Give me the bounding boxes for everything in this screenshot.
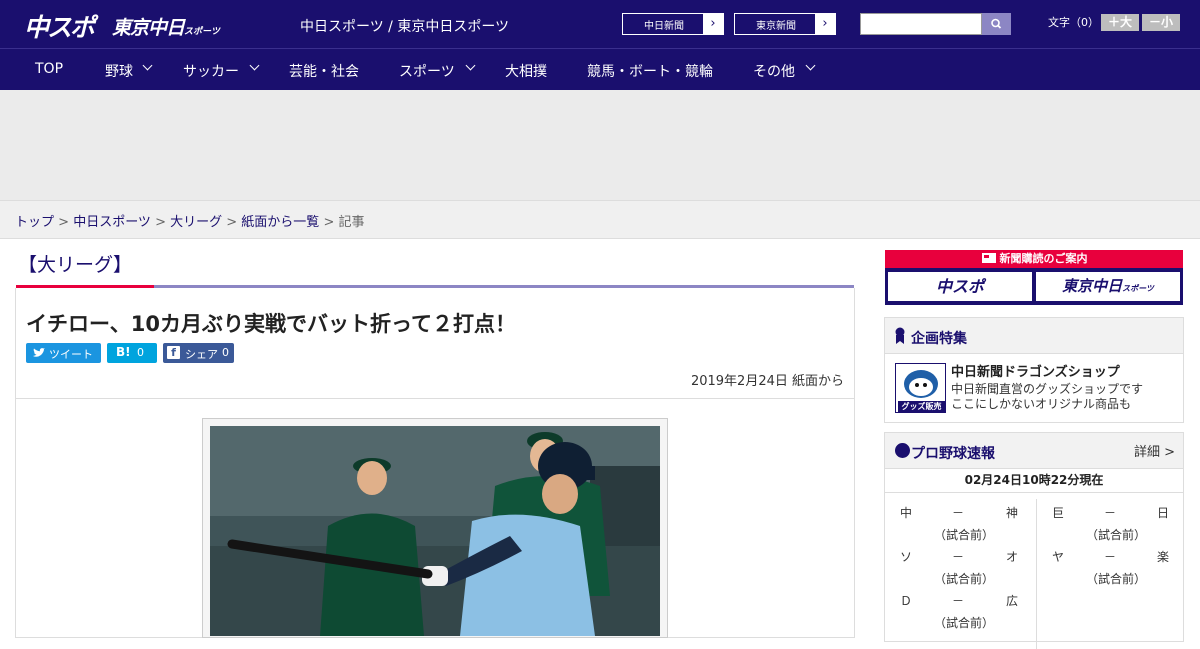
- shop-desc-line-1: 中日新聞直営のグッズショップです: [951, 382, 1144, 396]
- chunichi-shimbun-link[interactable]: 中日新聞 ›: [622, 13, 724, 35]
- away-team: 楽: [1157, 550, 1170, 564]
- special-feature-title: 企画特集: [911, 331, 967, 347]
- tokyo-chunichi-logo-text: 東京中日: [112, 17, 185, 39]
- home-team: 巨: [1052, 506, 1065, 520]
- baseball-icon: [895, 443, 910, 458]
- breadcrumb-separator: >: [222, 215, 242, 230]
- scores-divider: [885, 492, 1183, 493]
- score-separator: －: [1104, 550, 1117, 564]
- shop-desc-line-2: ここにしかないオリジナル商品も: [951, 397, 1132, 411]
- breadcrumb: トップ > 中日スポーツ > 大リーグ > 紙面から一覧 > 記事: [0, 200, 1200, 239]
- subscription-banner-title-text: 新聞購読のご案内: [999, 252, 1088, 265]
- dragons-shop-thumbnail[interactable]: グッズ販売中: [895, 363, 946, 413]
- tokyo-chunichi-logo[interactable]: 東京中日スポーツ: [112, 13, 220, 40]
- article-headline: イチロー、10カ月ぶり実戦でバット折って２打点！: [26, 312, 516, 336]
- scores-column-divider: [1036, 499, 1037, 649]
- game-status: （試合前）: [934, 528, 995, 542]
- chuspo-logo[interactable]: 中スポ: [24, 8, 95, 44]
- article-category: 【大リーグ】: [18, 254, 133, 276]
- font-smaller-button[interactable]: －小: [1142, 14, 1180, 31]
- font-size-label: 文字（0）: [1048, 16, 1099, 29]
- score-separator: －: [1104, 506, 1117, 520]
- chevron-right-icon: ›: [703, 14, 723, 34]
- breadcrumb-current: 記事: [338, 215, 365, 230]
- nav-item-entertainment[interactable]: 芸能・社会: [289, 61, 359, 81]
- scores-timestamp: 02月24日10時22分現在: [964, 473, 1104, 487]
- batter-photo-illustration: [210, 426, 660, 636]
- hatena-icon: B!: [116, 345, 131, 359]
- game-status: （試合前）: [934, 572, 995, 586]
- nav-item-keiba[interactable]: 競馬・ボート・競輪: [587, 61, 713, 81]
- article-divider: [16, 398, 854, 399]
- dragons-shop-name[interactable]: 中日新聞ドラゴンズショップ: [951, 361, 1120, 380]
- facebook-share-button[interactable]: f シェア 0: [163, 343, 234, 363]
- nav-item-baseball[interactable]: 野球: [105, 61, 133, 81]
- score-separator: －: [952, 594, 965, 608]
- breadcrumb-top[interactable]: トップ: [15, 215, 54, 230]
- facebook-share-count: 0: [222, 346, 229, 359]
- search-icon: [991, 18, 1002, 29]
- tokyo-shimbun-link[interactable]: 東京新聞 ›: [734, 13, 836, 35]
- tweet-label: ツイート: [49, 348, 93, 361]
- away-team: 広: [1006, 594, 1019, 608]
- chunichi-shimbun-link-label: 中日新聞: [644, 21, 684, 32]
- breadcrumb-separator: >: [319, 215, 339, 230]
- subscribe-tokyo-chunichi-logo-sub: スポーツ: [1122, 284, 1154, 293]
- site-names: 中日スポーツ / 東京中日スポーツ: [300, 19, 510, 35]
- special-feature-panel: 企画特集 グッズ販売中 中日新聞ドラゴンズショップ 中日新聞直営のグッズショップ…: [884, 317, 1184, 423]
- scores-header: プロ野球速報 詳細 >: [885, 433, 1183, 469]
- chevron-right-icon: ›: [815, 14, 835, 34]
- thumbnail-caption: グッズ販売中: [901, 402, 942, 411]
- subscription-banner[interactable]: 新聞購読のご案内 中スポ 東京中日スポーツ: [885, 250, 1183, 305]
- breadcrumb-chunichi-sports[interactable]: 中日スポーツ: [73, 215, 151, 230]
- subscription-banner-title: 新聞購読のご案内: [885, 250, 1183, 268]
- nav-item-soccer[interactable]: サッカー: [183, 61, 239, 81]
- breadcrumb-separator: >: [150, 215, 171, 230]
- nav-item-sumo[interactable]: 大相撲: [505, 61, 547, 81]
- dragons-shop-description: 中日新聞直営のグッズショップです ここにしかないオリジナル商品も: [951, 382, 1143, 412]
- search-button[interactable]: [982, 13, 1011, 35]
- newspaper-icon: [981, 253, 996, 263]
- subscribe-chuspo-logo[interactable]: 中スポ: [888, 272, 1032, 301]
- scores-title: プロ野球速報: [911, 446, 995, 462]
- nav-item-sports[interactable]: スポーツ: [399, 61, 455, 81]
- breadcrumb-mlb[interactable]: 大リーグ: [170, 215, 222, 230]
- article-photo[interactable]: [210, 426, 660, 636]
- twitter-bird-icon: [33, 348, 45, 357]
- tokyo-chunichi-logo-sub: スポーツ: [184, 27, 220, 37]
- away-team: 日: [1157, 506, 1170, 520]
- home-team: 中: [900, 506, 913, 520]
- font-larger-button[interactable]: ＋大: [1101, 14, 1139, 31]
- hatena-count: 0: [137, 346, 144, 359]
- scores-detail-link[interactable]: 詳細 >: [1134, 441, 1175, 460]
- nav-item-other[interactable]: その他: [753, 61, 795, 81]
- breadcrumb-paper-list[interactable]: 紙面から一覧: [241, 215, 319, 230]
- tweet-button[interactable]: ツイート: [26, 343, 101, 363]
- search-input[interactable]: [860, 13, 982, 35]
- home-team: Ｄ: [900, 594, 913, 608]
- subscribe-tokyo-chunichi-logo[interactable]: 東京中日スポーツ: [1036, 272, 1180, 301]
- breadcrumb-separator: >: [54, 215, 74, 230]
- subscribe-tokyo-chunichi-logo-text: 東京中日: [1062, 277, 1123, 295]
- away-team: オ: [1006, 550, 1019, 564]
- special-feature-header: 企画特集: [885, 318, 1183, 354]
- article-date: 2019年2月24日 紙面から: [690, 374, 844, 389]
- hatena-bookmark-button[interactable]: B! 0: [107, 343, 157, 363]
- score-separator: －: [952, 550, 965, 564]
- score-separator: －: [952, 506, 965, 520]
- home-team: ヤ: [1052, 550, 1065, 564]
- home-team: ソ: [900, 550, 913, 564]
- facebook-icon: f: [167, 346, 180, 359]
- ribbon-icon: [895, 327, 905, 344]
- away-team: 神: [1006, 506, 1019, 520]
- ad-area: [0, 90, 1200, 200]
- tokyo-shimbun-link-label: 東京新聞: [756, 21, 796, 32]
- game-status: （試合前）: [1086, 572, 1147, 586]
- game-status: （試合前）: [934, 616, 995, 630]
- nav-item-top[interactable]: TOP: [35, 61, 63, 77]
- baseball-scores-panel: プロ野球速報 詳細 > 02月24日10時22分現在 中 － 神 （試合前） ソ…: [884, 432, 1184, 649]
- facebook-share-label: シェア: [185, 348, 218, 361]
- game-status: （試合前）: [1086, 528, 1147, 542]
